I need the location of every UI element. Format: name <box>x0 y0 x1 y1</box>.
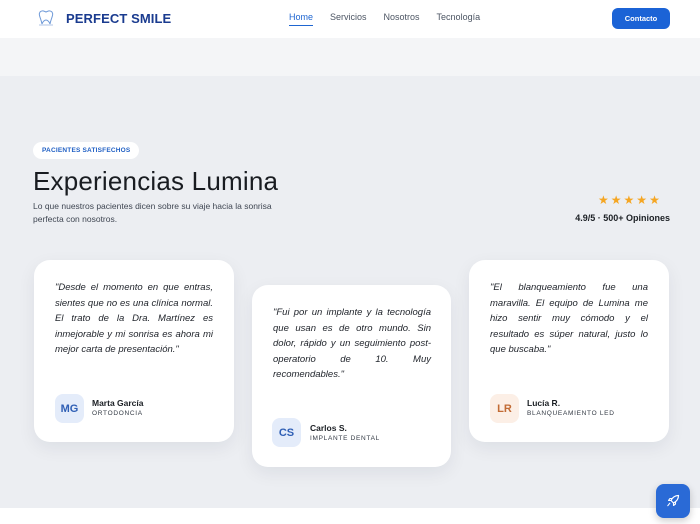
avatar: LR <box>490 394 519 423</box>
brand-name: PERFECT SMILE <box>66 10 172 26</box>
testimonial-quote: "El blanqueamiento fue una maravilla. El… <box>490 282 648 355</box>
rating-stars: ★ ★ ★ ★ ★ <box>598 194 662 206</box>
testimonial-card: "Desde el momento en que entras, sientes… <box>34 260 234 442</box>
nav-link-home[interactable]: Home <box>289 12 314 26</box>
testimonial-card: "El blanqueamiento fue una maravilla. El… <box>469 260 669 442</box>
section-title: Experiencias Lumina <box>33 166 279 196</box>
star-icon: ★ <box>649 193 660 207</box>
section-badge: PACIENTES SATISFECHOS <box>33 142 140 159</box>
patient-name: Lucía R. <box>527 398 561 408</box>
rocket-icon <box>667 494 680 507</box>
nav-link-servicios[interactable]: Servicios <box>330 12 367 26</box>
nav-link-nosotros[interactable]: Nosotros <box>384 12 420 26</box>
top-navbar: PERFECT SMILE Home Servicios Nosotros Te… <box>0 0 700 38</box>
star-icon: ★ <box>636 193 648 207</box>
hero-bottom-band <box>0 38 700 76</box>
star-icon: ★ <box>610 193 622 207</box>
main-nav: Home Servicios Nosotros Tecnología <box>289 12 497 26</box>
tooth-logo-icon <box>38 10 54 26</box>
star-icon: ★ <box>623 193 635 207</box>
star-icon: ★ <box>598 193 609 207</box>
patient-name: Carlos S. <box>310 423 347 433</box>
treatment-label: BLANQUEAMIENTO LED <box>527 410 615 417</box>
page-footer-edge <box>0 508 700 524</box>
section-subtitle: Lo que nuestros pacientes dicen sobre su… <box>33 201 272 224</box>
testimonial-quote: "Desde el momento en que entras, sientes… <box>55 282 213 355</box>
nav-link-tecnologia[interactable]: Tecnología <box>437 12 481 26</box>
patient-name: Marta García <box>92 398 144 408</box>
avatar: MG <box>55 394 84 423</box>
testimonial-quote: "Fui por un implante y la tecnología que… <box>273 307 431 380</box>
avatar: CS <box>272 418 301 447</box>
treatment-label: ORTODONCIA <box>92 410 143 417</box>
scroll-top-button[interactable] <box>656 484 690 518</box>
brand-logo[interactable]: PERFECT SMILE <box>36 9 171 27</box>
treatment-label: IMPLANTE DENTAL <box>310 435 380 442</box>
contact-button[interactable]: Contacto <box>612 8 670 29</box>
rating-summary: 4.9/5 · 500+ Opiniones <box>575 213 670 223</box>
testimonial-card: "Fui por un implante y la tecnología que… <box>252 285 451 467</box>
